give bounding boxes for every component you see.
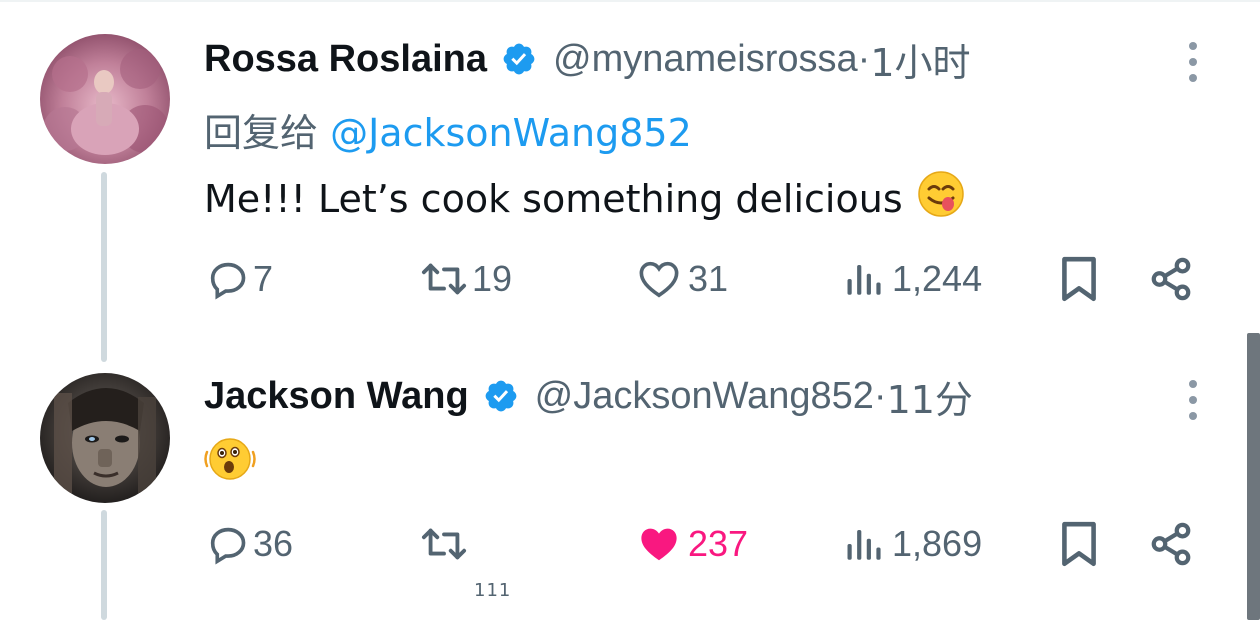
top-divider [0, 0, 1260, 2]
display-name[interactable]: Rossa Roslaina [204, 38, 487, 81]
astonished-shaking-face-icon [204, 436, 256, 491]
avatar[interactable] [40, 373, 170, 503]
tweet-text: Me!!! Let’s cook something delicious [204, 170, 965, 227]
reply-button[interactable]: 36 [205, 519, 293, 569]
like-button[interactable]: 237 [636, 519, 748, 569]
tweet-body: Me!!! Let’s cook something delicious [204, 176, 903, 221]
time-separator: · [857, 37, 871, 80]
user-handle[interactable]: @mynameisrossa [553, 38, 858, 81]
reply-count: 36 [253, 523, 294, 564]
display-name[interactable]: Jackson Wang [204, 375, 469, 418]
views-count: 1,244 [892, 258, 983, 299]
retweet-button[interactable]: 19 [418, 254, 512, 304]
replying-to-handle[interactable]: @JacksonWang852 [330, 111, 692, 155]
share-icon [1151, 522, 1191, 566]
like-count: 31 [688, 258, 729, 299]
scrollbar[interactable] [1247, 333, 1260, 620]
views-chart-icon [847, 530, 881, 560]
views-count: 1,869 [892, 523, 983, 564]
tweet-actions: 36 237 1,869 [0, 519, 1260, 569]
views-button[interactable]: 1,869 [844, 519, 982, 569]
more-options-icon[interactable] [1186, 42, 1200, 82]
yum-face-icon [917, 170, 965, 227]
user-handle[interactable]: @JacksonWang852 [535, 375, 874, 418]
heart-filled-icon [641, 528, 677, 561]
replying-to-label: 回复给 [204, 111, 331, 155]
retweet-icon [421, 528, 467, 560]
reply-count: 7 [253, 258, 274, 299]
more-options-icon[interactable] [1186, 380, 1200, 420]
like-button[interactable]: 31 [636, 254, 728, 304]
retweet-icon [421, 263, 467, 295]
bookmark-icon [1062, 521, 1096, 567]
share-button[interactable] [1148, 519, 1194, 569]
retweet-button[interactable] [418, 519, 476, 569]
share-icon [1151, 257, 1191, 301]
heart-icon [639, 261, 679, 298]
share-button[interactable] [1148, 254, 1194, 304]
reply-button[interactable]: 7 [205, 254, 273, 304]
bookmark-button[interactable] [1056, 519, 1102, 569]
reply-icon [210, 262, 246, 300]
verified-badge-icon [485, 380, 517, 412]
replying-to: 回复给 @JacksonWang852 [204, 102, 692, 157]
avatar[interactable] [40, 34, 170, 164]
overlay-text: 111 [474, 580, 512, 601]
views-button[interactable]: 1,244 [844, 254, 982, 304]
bookmark-icon [1062, 256, 1096, 302]
tweet-header: Rossa Roslaina @mynameisrossa · 1小时 [204, 36, 971, 85]
like-count: 237 [688, 523, 749, 564]
tweet-actions: 7 19 31 1,244 [0, 254, 1260, 304]
tweet-text [204, 436, 256, 491]
bookmark-button[interactable] [1056, 254, 1102, 304]
retweet-count: 19 [472, 258, 513, 299]
reply-icon [210, 527, 246, 565]
timestamp[interactable]: 11分 [887, 369, 973, 424]
views-chart-icon [847, 265, 881, 295]
verified-badge-icon [503, 43, 535, 75]
time-separator: · [873, 374, 887, 417]
tweet-header: Jackson Wang @JacksonWang852 · 11分 [204, 373, 973, 422]
timestamp[interactable]: 1小时 [870, 32, 970, 87]
